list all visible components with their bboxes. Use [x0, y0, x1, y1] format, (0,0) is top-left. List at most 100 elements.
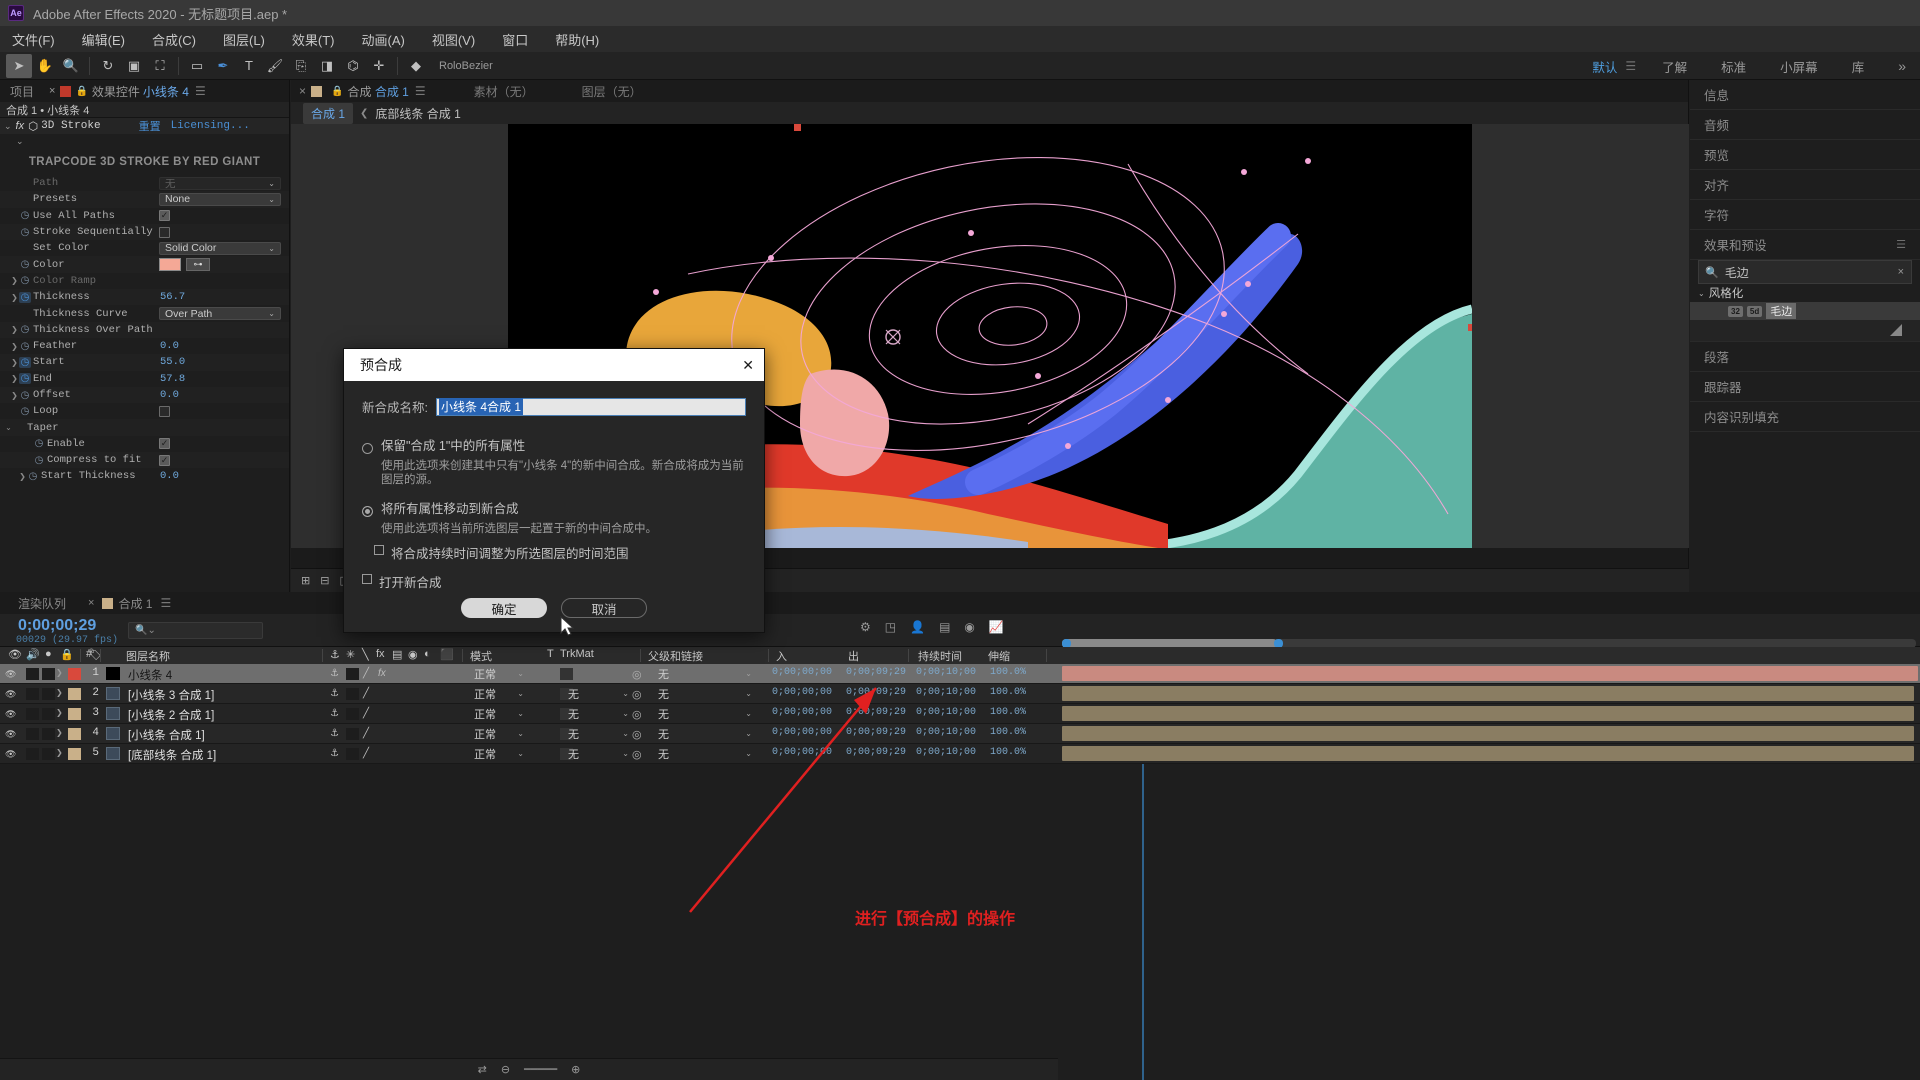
layer-name[interactable]: [小线条 合成 1] — [128, 727, 205, 743]
layer-effects-icon[interactable]: ╱ — [363, 728, 369, 739]
layer-audio-toggle[interactable] — [26, 748, 39, 760]
option-leave-attributes[interactable]: 保留"合成 1"中的所有属性 — [362, 439, 746, 454]
property-twirl-icon[interactable]: ❯ — [10, 374, 19, 383]
effect-property-row[interactable]: ❯ ◷ Thickness Over Path — [0, 321, 289, 338]
close-tab-icon[interactable]: × — [44, 85, 60, 97]
graph-editor-icon[interactable]: 📈 — [989, 620, 1004, 634]
effect-property-row[interactable]: ◷ Compress to fit ✓ — [0, 452, 289, 469]
layer-parent-switch-icon[interactable]: ⚓ — [330, 668, 339, 679]
stopwatch-icon[interactable]: ◷ — [19, 259, 31, 270]
layer-quality-toggle[interactable] — [346, 728, 359, 740]
layer-quality-toggle[interactable] — [346, 688, 359, 700]
stopwatch-icon[interactable]: ◷ — [19, 356, 31, 368]
property-twirl-icon[interactable]: ❯ — [18, 472, 27, 481]
rolobezier-label[interactable]: RoloBezier — [439, 60, 493, 72]
layer-out-point[interactable]: 0;00;09;29 — [846, 687, 906, 698]
tab-effect-controls[interactable]: 效果控件 小线条 4 — [92, 83, 189, 100]
layer-solo-toggle[interactable] — [42, 728, 55, 740]
layer-visibility-icon[interactable]: 👁 — [5, 729, 16, 739]
workspace-library[interactable]: 库 — [1852, 57, 1865, 76]
property-value[interactable]: 56.7 — [160, 291, 185, 303]
parent-pickwhip-icon[interactable]: ◎ — [632, 668, 642, 681]
property-twirl-icon[interactable]: ❯ — [10, 325, 19, 334]
layer-parent-dropdown[interactable]: 无 ⌄ — [652, 666, 757, 681]
layer-effects-icon[interactable]: ╱ — [363, 748, 369, 759]
layer-mode-dropdown[interactable]: 正常 ⌄ — [470, 686, 528, 701]
tab-timeline-comp[interactable]: 合成 1 — [118, 595, 152, 612]
layer-audio-toggle[interactable] — [26, 728, 39, 740]
layer-parent-switch-icon[interactable]: ⚓ — [330, 748, 339, 759]
layer-name[interactable]: [小线条 3 合成 1] — [128, 687, 214, 703]
tab-layer[interactable]: 图层（无） — [582, 83, 642, 100]
stopwatch-icon[interactable]: ◷ — [19, 291, 31, 303]
toggle-switches-modes-icon[interactable]: ⇄ — [478, 1063, 487, 1076]
effect-property-row[interactable]: ❯ ◷ Thickness 56.7 — [0, 289, 289, 306]
hand-tool-icon[interactable]: ✋ — [32, 54, 58, 78]
stopwatch-icon[interactable]: ◷ — [19, 341, 31, 352]
stopwatch-icon[interactable]: ◷ — [19, 324, 31, 335]
layer-color-label[interactable] — [68, 668, 81, 680]
layer-audio-toggle[interactable] — [26, 708, 39, 720]
hide-shy-layers-icon[interactable]: 👤 — [910, 620, 925, 634]
layer-duration[interactable]: 0;00;10;00 — [916, 667, 976, 678]
panel-content-aware-fill[interactable]: 内容识别填充 — [1690, 402, 1920, 432]
property-value[interactable]: 0.0 — [160, 389, 179, 401]
layer-trkmat-dropdown[interactable]: 无 ⌄ — [562, 686, 634, 701]
col-duration[interactable]: 持续时间 — [918, 648, 962, 664]
layer-twirl-icon[interactable]: ❯ — [56, 688, 63, 697]
layer-color-label[interactable] — [68, 688, 81, 700]
panel-align[interactable]: 对齐 — [1690, 170, 1920, 200]
layer-stretch[interactable]: 100.0% — [990, 667, 1026, 678]
workspace-default[interactable]: 默认 — [1592, 57, 1617, 76]
menu-item-help[interactable]: 帮助(H) — [555, 30, 599, 49]
breadcrumb-root[interactable]: 合成 1 — [303, 102, 354, 124]
layer-name[interactable]: [小线条 2 合成 1] — [128, 707, 214, 723]
layer-out-point[interactable]: 0;00;09;29 — [846, 667, 906, 678]
menu-item-view[interactable]: 视图(V) — [432, 30, 475, 49]
panel-tracker[interactable]: 跟踪器 — [1690, 372, 1920, 402]
table-row[interactable]: 👁 ❯ 5 [底部线条 合成 1] ⚓ ╱ 正常 ⌄ 无 ⌄ ◎ 无 ⌄ 0;00;00;00 0;00;0… — [0, 744, 1920, 764]
layer-solo-toggle[interactable] — [42, 668, 55, 680]
property-dropdown[interactable]: Solid Color ⌄ — [159, 241, 281, 255]
breadcrumb-current[interactable]: 底部线条 合成 1 — [375, 105, 460, 122]
effect-twirl-icon[interactable]: ⌄ — [4, 121, 12, 132]
new-comp-name-input[interactable]: 小线条 4合成 1 — [435, 397, 746, 416]
layer-stretch[interactable]: 100.0% — [990, 727, 1026, 738]
checkbox-open-new-comp[interactable] — [362, 573, 372, 584]
layer-in-point[interactable]: 0;00;00;00 — [772, 727, 832, 738]
panel-character[interactable]: 字符 — [1690, 200, 1920, 230]
workspace-menu-icon[interactable]: ☰ — [1625, 59, 1636, 73]
type-tool-icon[interactable]: T — [236, 54, 262, 78]
effect-property-row[interactable]: ❯ ◷ Feather 0.0 — [0, 338, 289, 354]
layer-in-point[interactable]: 0;00;00;00 — [772, 707, 832, 718]
layer-effects-icon[interactable]: ╱ — [363, 708, 369, 719]
brush-tool-icon[interactable]: 🖌 — [262, 54, 288, 78]
col-out[interactable]: 出 — [848, 648, 859, 664]
stopwatch-icon[interactable]: ◷ — [19, 275, 31, 286]
comp-panel-menu-icon[interactable]: ☰ — [415, 84, 426, 98]
layer-name[interactable]: 小线条 4 — [128, 667, 172, 683]
property-checkbox[interactable]: ✓ — [159, 226, 170, 238]
parent-pickwhip-icon[interactable]: ◎ — [632, 688, 642, 701]
layer-out-point[interactable]: 0;00;09;29 — [846, 727, 906, 738]
effect-property-row[interactable]: Thickness Curve Over Path ⌄ — [0, 305, 289, 321]
effect-property-row[interactable]: ❯ ◷ Color Ramp — [0, 273, 289, 289]
layer-stretch[interactable]: 100.0% — [990, 747, 1026, 758]
menu-item-file[interactable]: 文件(F) — [12, 30, 55, 49]
frame-blending-icon[interactable]: ▤ — [939, 620, 950, 634]
layer-mode-dropdown[interactable]: 正常 ⌄ — [470, 726, 528, 741]
layer-duration-bar[interactable] — [1062, 686, 1914, 701]
category-twirl-icon[interactable]: ⌄ — [1698, 289, 1705, 298]
checkbox-adjust-duration[interactable] — [374, 544, 384, 555]
layer-visibility-icon[interactable]: 👁 — [5, 709, 16, 719]
layer-trkmat-dropdown[interactable]: 无 ⌄ — [562, 706, 634, 721]
effect-property-row[interactable]: ◷Stroke Sequentially ✓ — [0, 223, 289, 241]
property-twirl-icon[interactable]: ❯ — [10, 342, 19, 351]
cancel-button[interactable]: 取消 — [561, 598, 647, 618]
effect-property-row[interactable]: ◷ Enable ✓ — [0, 436, 289, 452]
radio-move-attributes[interactable] — [362, 506, 373, 518]
panel-info[interactable]: 信息 — [1690, 80, 1920, 110]
workspace-more-icon[interactable]: » — [1898, 58, 1906, 74]
property-dropdown[interactable]: 无 ⌄ — [159, 176, 281, 190]
zoom-out-icon[interactable]: ⊖ — [501, 1063, 510, 1076]
